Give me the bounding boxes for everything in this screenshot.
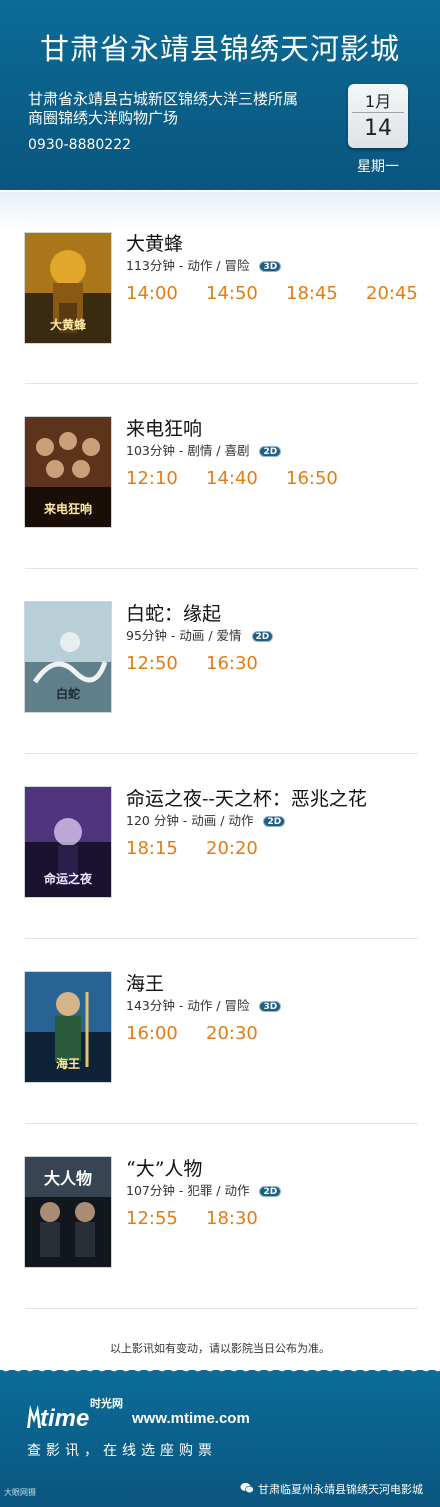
address-line-1: 甘肃省永靖县古城新区锦绣大洋三楼所属 [28, 90, 299, 108]
cinema-phone[interactable]: 0930-8880222 [28, 137, 131, 153]
logo-chinese: 时光网 [90, 1397, 123, 1410]
schedule-notice: 以上影讯如有变动，请以影院当日公布为准。 [110, 1342, 330, 1355]
movie-duration-genre: 120 分钟 - 动画 / 动作 [126, 813, 254, 828]
movie-item[interactable]: 大黄蜂 大黄蜂 113分钟 - 动作 / 冒险 3D 14:00 14:50 18… [0, 205, 440, 390]
showtime[interactable]: 18:30 [206, 1208, 258, 1229]
date-month: 1月 [364, 92, 392, 111]
movie-title[interactable]: 来电狂响 [126, 414, 202, 441]
movie-poster[interactable]: 大黄蜂 [25, 233, 111, 343]
showtime[interactable]: 20:30 [206, 1023, 258, 1044]
movie-title[interactable]: 白蛇：缘起 [126, 599, 221, 626]
showtime[interactable]: 14:00 [126, 283, 178, 304]
site-url[interactable]: www.mtime.com [132, 1410, 250, 1427]
logo-english: time [40, 1405, 90, 1432]
movie-divider [25, 568, 418, 569]
format-badge: 2D [263, 816, 286, 827]
wechat-account-name[interactable]: 甘肃临夏州永靖县锦绣天河电影城 [258, 1481, 423, 1497]
movie-title[interactable]: 大黄蜂 [126, 229, 183, 256]
address-line-2: 商圈锦绣大洋购物广场 [28, 109, 179, 127]
showtime[interactable]: 14:40 [206, 468, 258, 489]
ticket-perforation-bottom [0, 1366, 440, 1374]
movie-divider [25, 753, 418, 754]
movie-item[interactable]: 大人物 “大”人物 107分钟 - 犯罪 / 动作 2D 12:55 18:30 [0, 1130, 440, 1315]
format-badge: 3D [259, 1001, 282, 1012]
date-day: 14 [364, 116, 392, 141]
movie-meta: 143分钟 - 动作 / 冒险 3D [126, 995, 282, 1014]
showtime[interactable]: 18:45 [286, 283, 338, 304]
movie-duration-genre: 113分钟 - 动作 / 冒险 [126, 258, 250, 273]
mtime-m-icon [27, 1405, 41, 1428]
showtime[interactable]: 16:00 [126, 1023, 178, 1044]
format-badge: 2D [259, 1186, 282, 1197]
poster-title: 白蛇 [55, 687, 80, 701]
wechat-icon [240, 1483, 254, 1494]
weekday: 星期一 [357, 159, 399, 175]
movie-meta: 95分钟 - 动画 / 爱情 2D [126, 625, 274, 644]
movie-title[interactable]: “大”人物 [126, 1154, 202, 1181]
showtime[interactable]: 12:55 [126, 1208, 178, 1229]
format-badge: 3D [259, 261, 282, 272]
showtime[interactable]: 20:45 [366, 283, 418, 304]
watermark-text: 大眼网摄 [4, 1488, 36, 1497]
movie-poster[interactable]: 海王 [25, 972, 111, 1082]
footer-slogan: 查影讯，在线选座购票 [27, 1443, 217, 1459]
showtime[interactable]: 12:10 [126, 468, 178, 489]
showtime[interactable]: 16:50 [286, 468, 338, 489]
poster-title: 来电狂响 [43, 502, 92, 516]
movie-meta: 120 分钟 - 动画 / 动作 2D [126, 810, 286, 829]
movie-meta: 113分钟 - 动作 / 冒险 3D [126, 255, 282, 274]
showtime[interactable]: 14:50 [206, 283, 258, 304]
poster-title: 命运之夜 [43, 872, 92, 886]
showtime[interactable]: 16:30 [206, 653, 258, 674]
format-badge: 2D [251, 631, 274, 642]
movie-duration-genre: 107分钟 - 犯罪 / 动作 [126, 1183, 250, 1198]
movie-divider [25, 1123, 418, 1124]
showtime[interactable]: 20:20 [206, 838, 258, 859]
cinema-address: 甘肃省永靖县古城新区锦绣大洋三楼所属 商圈锦绣大洋购物广场 [28, 90, 350, 128]
showtime[interactable]: 18:15 [126, 838, 178, 859]
poster-title: 海王 [55, 1057, 80, 1071]
movie-meta: 107分钟 - 犯罪 / 动作 2D [126, 1180, 282, 1199]
movie-item[interactable]: 来电狂响 来电狂响 103分钟 - 剧情 / 喜剧 2D 12:10 14:40 … [0, 390, 440, 575]
movie-duration-genre: 143分钟 - 动作 / 冒险 [126, 998, 250, 1013]
poster-title: 大黄蜂 [49, 318, 86, 332]
mtime-footer: 时光网 time www.mtime.com 查影讯，在线选座购票 大眼网摄 甘… [0, 1370, 440, 1507]
movie-poster[interactable]: 大人物 [25, 1157, 111, 1267]
movie-item[interactable]: 白蛇 白蛇：缘起 95分钟 - 动画 / 爱情 2D 12:50 16:30 [0, 575, 440, 760]
movie-item[interactable]: 命运之夜 命运之夜--天之杯：恶兆之花 120 分钟 - 动画 / 动作 2D 1… [0, 760, 440, 945]
movie-meta: 103分钟 - 剧情 / 喜剧 2D [126, 440, 282, 459]
movie-title[interactable]: 命运之夜--天之杯：恶兆之花 [126, 784, 367, 811]
movie-duration-genre: 95分钟 - 动画 / 爱情 [126, 628, 242, 643]
movie-duration-genre: 103分钟 - 剧情 / 喜剧 [126, 443, 250, 458]
movie-poster[interactable]: 白蛇 [25, 602, 111, 712]
mtime-logo[interactable]: 时光网 time [27, 1395, 137, 1432]
movie-divider [25, 383, 418, 384]
poster-title: 大人物 [43, 1169, 92, 1188]
movie-divider [25, 1308, 418, 1309]
movie-item[interactable]: 海王 海王 143分钟 - 动作 / 冒险 3D 16:00 20:30 [0, 945, 440, 1130]
showtime[interactable]: 12:50 [126, 653, 178, 674]
cinema-header: 甘肃省永靖县锦绣天河影城 甘肃省永靖县古城新区锦绣大洋三楼所属 商圈锦绣大洋购物… [0, 0, 440, 190]
movie-poster[interactable]: 命运之夜 [25, 787, 111, 897]
calendar-date-card: 1月 14 [348, 84, 408, 148]
movie-title[interactable]: 海王 [126, 969, 164, 996]
date-divider [352, 112, 404, 113]
cinema-name: 甘肃省永靖县锦绣天河影城 [39, 32, 400, 66]
movie-divider [25, 938, 418, 939]
format-badge: 2D [259, 446, 282, 457]
movie-poster[interactable]: 来电狂响 [25, 417, 111, 527]
